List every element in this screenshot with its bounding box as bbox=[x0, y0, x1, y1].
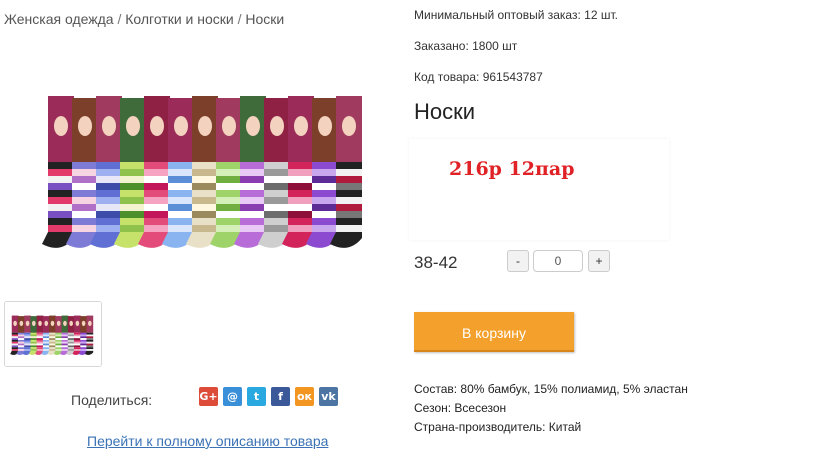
price-note: 216р 12пар bbox=[449, 158, 575, 180]
breadcrumb-tights-socks[interactable]: Колготки и носки bbox=[125, 11, 234, 27]
breadcrumb-womens-clothing[interactable]: Женская одежда bbox=[4, 11, 114, 27]
email-icon[interactable]: @ bbox=[223, 387, 242, 406]
vk-icon[interactable]: vk bbox=[319, 387, 338, 406]
product-specs: Состав: 80% бамбук, 15% полиамид, 5% эла… bbox=[414, 380, 688, 437]
socks-illustration bbox=[22, 44, 392, 290]
spec-country: Страна-производитель: Китай bbox=[414, 420, 582, 434]
twitter-icon[interactable]: t bbox=[247, 387, 266, 406]
google-plus-icon[interactable]: G+ bbox=[199, 387, 218, 406]
product-thumbnail[interactable] bbox=[4, 301, 102, 367]
spec-season: Сезон: Всесезон bbox=[414, 401, 507, 415]
product-code-text: Код товара: 961543787 bbox=[414, 70, 543, 84]
breadcrumb-separator: / bbox=[117, 11, 122, 27]
socks-thumbnail-illustration bbox=[5, 302, 101, 366]
full-description-link[interactable]: Перейти к полному описанию товара bbox=[87, 433, 328, 449]
product-main-image[interactable] bbox=[22, 44, 392, 290]
spec-composition: Состав: 80% бамбук, 15% полиамид, 5% эла… bbox=[414, 382, 688, 396]
facebook-icon[interactable]: f bbox=[271, 387, 290, 406]
ordered-count-text: Заказано: 1800 шт bbox=[414, 39, 518, 53]
quantity-plus-button[interactable]: + bbox=[588, 250, 610, 272]
size-label: 38-42 bbox=[414, 253, 458, 272]
product-title: Носки bbox=[414, 99, 476, 124]
odnoklassniki-icon[interactable]: ок bbox=[295, 387, 314, 406]
share-icons: G+ @ t f ок vk bbox=[199, 387, 338, 406]
share-label: Поделиться: bbox=[71, 392, 153, 408]
breadcrumb-socks[interactable]: Носки bbox=[245, 11, 284, 27]
quantity-input[interactable]: 0 bbox=[533, 250, 583, 272]
add-to-cart-button[interactable]: В корзину bbox=[414, 312, 574, 352]
breadcrumb: Женская одежда / Колготки и носки / Носк… bbox=[4, 11, 284, 27]
quantity-minus-button[interactable]: - bbox=[507, 250, 529, 272]
breadcrumb-separator: / bbox=[237, 11, 242, 27]
price-box: 216р 12пар bbox=[409, 139, 669, 240]
min-order-text: Минимальный оптовый заказ: 12 шт. bbox=[414, 8, 618, 22]
